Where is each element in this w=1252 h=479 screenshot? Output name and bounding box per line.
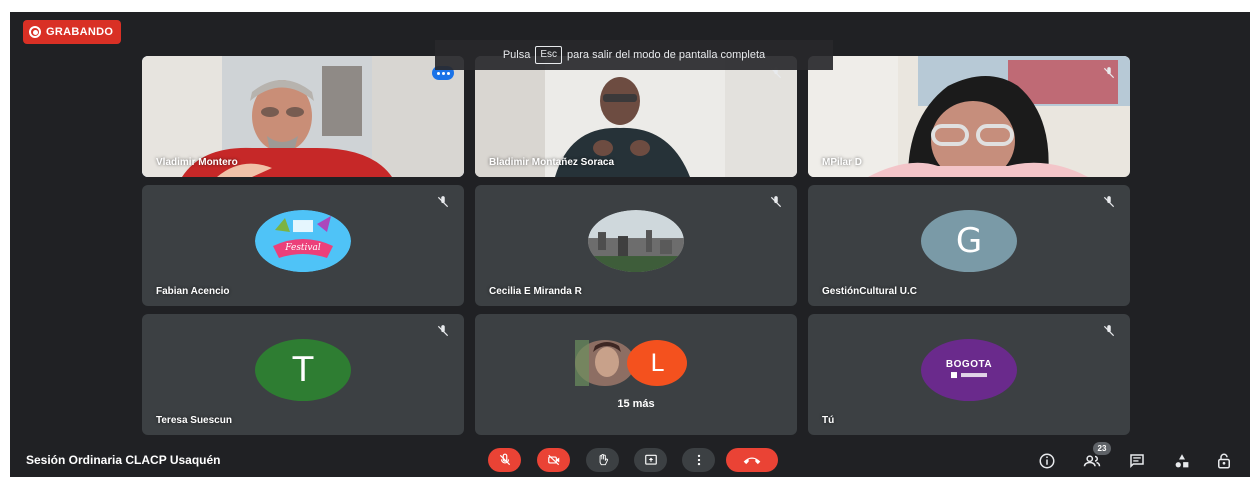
participant-name: Cecilia E Miranda R	[489, 286, 582, 297]
participant-tile[interactable]: MPilar D	[808, 56, 1130, 177]
mic-off-icon	[1103, 196, 1115, 208]
present-screen-button[interactable]	[634, 448, 667, 472]
participant-name: Teresa Suescun	[156, 415, 232, 426]
bogota-logo-text: BOGOTA	[945, 359, 993, 371]
participant-name: Bladimir Montañez Soraca	[489, 157, 615, 168]
participant-name: Fabian Acencio	[156, 286, 230, 297]
self-tile[interactable]: BOGOTA Tú	[808, 314, 1130, 435]
bogota-logo-mark	[951, 372, 987, 379]
recording-indicator: GRABANDO	[23, 20, 122, 44]
festival-avatar-image: Festival	[255, 209, 351, 272]
mic-off-icon	[770, 196, 782, 208]
participant-tile[interactable]: Bladimir Montañez Soraca	[475, 56, 797, 177]
letter-avatar: T	[255, 338, 351, 401]
mic-off-icon	[437, 196, 449, 208]
present-screen-icon	[644, 454, 657, 465]
participant-photo-avatar	[575, 340, 635, 386]
host-controls-icon[interactable]	[1215, 452, 1233, 470]
participant-tile[interactable]: Vladimir Montero	[142, 56, 464, 177]
meeting-stage: GRABANDO Pulsa Esc para salir del modo d…	[10, 12, 1250, 477]
more-options-button[interactable]	[682, 448, 715, 472]
toggle-mic-button[interactable]	[488, 448, 521, 472]
mic-off-icon	[1103, 67, 1115, 79]
svg-text:Festival: Festival	[284, 243, 321, 253]
participant-name: Vladimir Montero	[156, 157, 238, 168]
participant-tile[interactable]: Festival Fabian Acencio	[142, 185, 464, 306]
chat-icon[interactable]	[1128, 452, 1146, 470]
city-avatar-image	[588, 209, 684, 272]
bottom-bar: Sesión Ordinaria CLACP Usaquén 23	[10, 442, 1250, 477]
mic-off-icon	[437, 325, 449, 337]
participant-tile[interactable]: Cecilia E Miranda R	[475, 185, 797, 306]
more-participants-label: 15 más	[617, 398, 655, 410]
letter-avatar: G	[921, 209, 1017, 272]
recording-icon	[29, 26, 41, 38]
participant-name: Tú	[822, 415, 835, 426]
participant-count-badge: 23	[1093, 442, 1111, 455]
camera-off-icon	[547, 454, 559, 466]
banner-prefix: Pulsa	[502, 49, 531, 61]
hangup-icon	[743, 457, 761, 465]
avatar-letter: G	[955, 220, 983, 261]
banner-suffix: para salir del modo de pantalla completa	[567, 49, 766, 61]
bogota-logo-avatar: BOGOTA	[921, 338, 1017, 401]
more-options-icon	[697, 454, 700, 466]
avatar-letter: T	[292, 349, 314, 390]
avatar-letter: L	[650, 349, 664, 377]
letter-avatar: L	[627, 340, 687, 386]
info-icon[interactable]	[1038, 452, 1056, 470]
meeting-title: Sesión Ordinaria CLACP Usaquén	[26, 453, 221, 467]
toggle-camera-button[interactable]	[537, 448, 570, 472]
more-participants-tile[interactable]: L 15 más	[475, 314, 797, 435]
participant-name: GestiónCultural U.C	[822, 286, 918, 297]
participant-tile[interactable]: G GestiónCultural U.C	[808, 185, 1130, 306]
fullscreen-exit-banner: Pulsa Esc para salir del modo de pantall…	[435, 40, 833, 70]
leave-call-button[interactable]	[726, 448, 778, 472]
raise-hand-button[interactable]	[586, 448, 619, 472]
participant-tile[interactable]: T Teresa Suescun	[142, 314, 464, 435]
participant-name: MPilar D	[822, 157, 863, 168]
esc-key: Esc	[535, 46, 563, 64]
recording-label: GRABANDO	[46, 26, 114, 38]
activities-icon[interactable]	[1173, 452, 1191, 470]
mic-off-icon	[1103, 325, 1115, 337]
mic-off-icon	[499, 453, 510, 466]
raise-hand-icon	[599, 453, 608, 466]
